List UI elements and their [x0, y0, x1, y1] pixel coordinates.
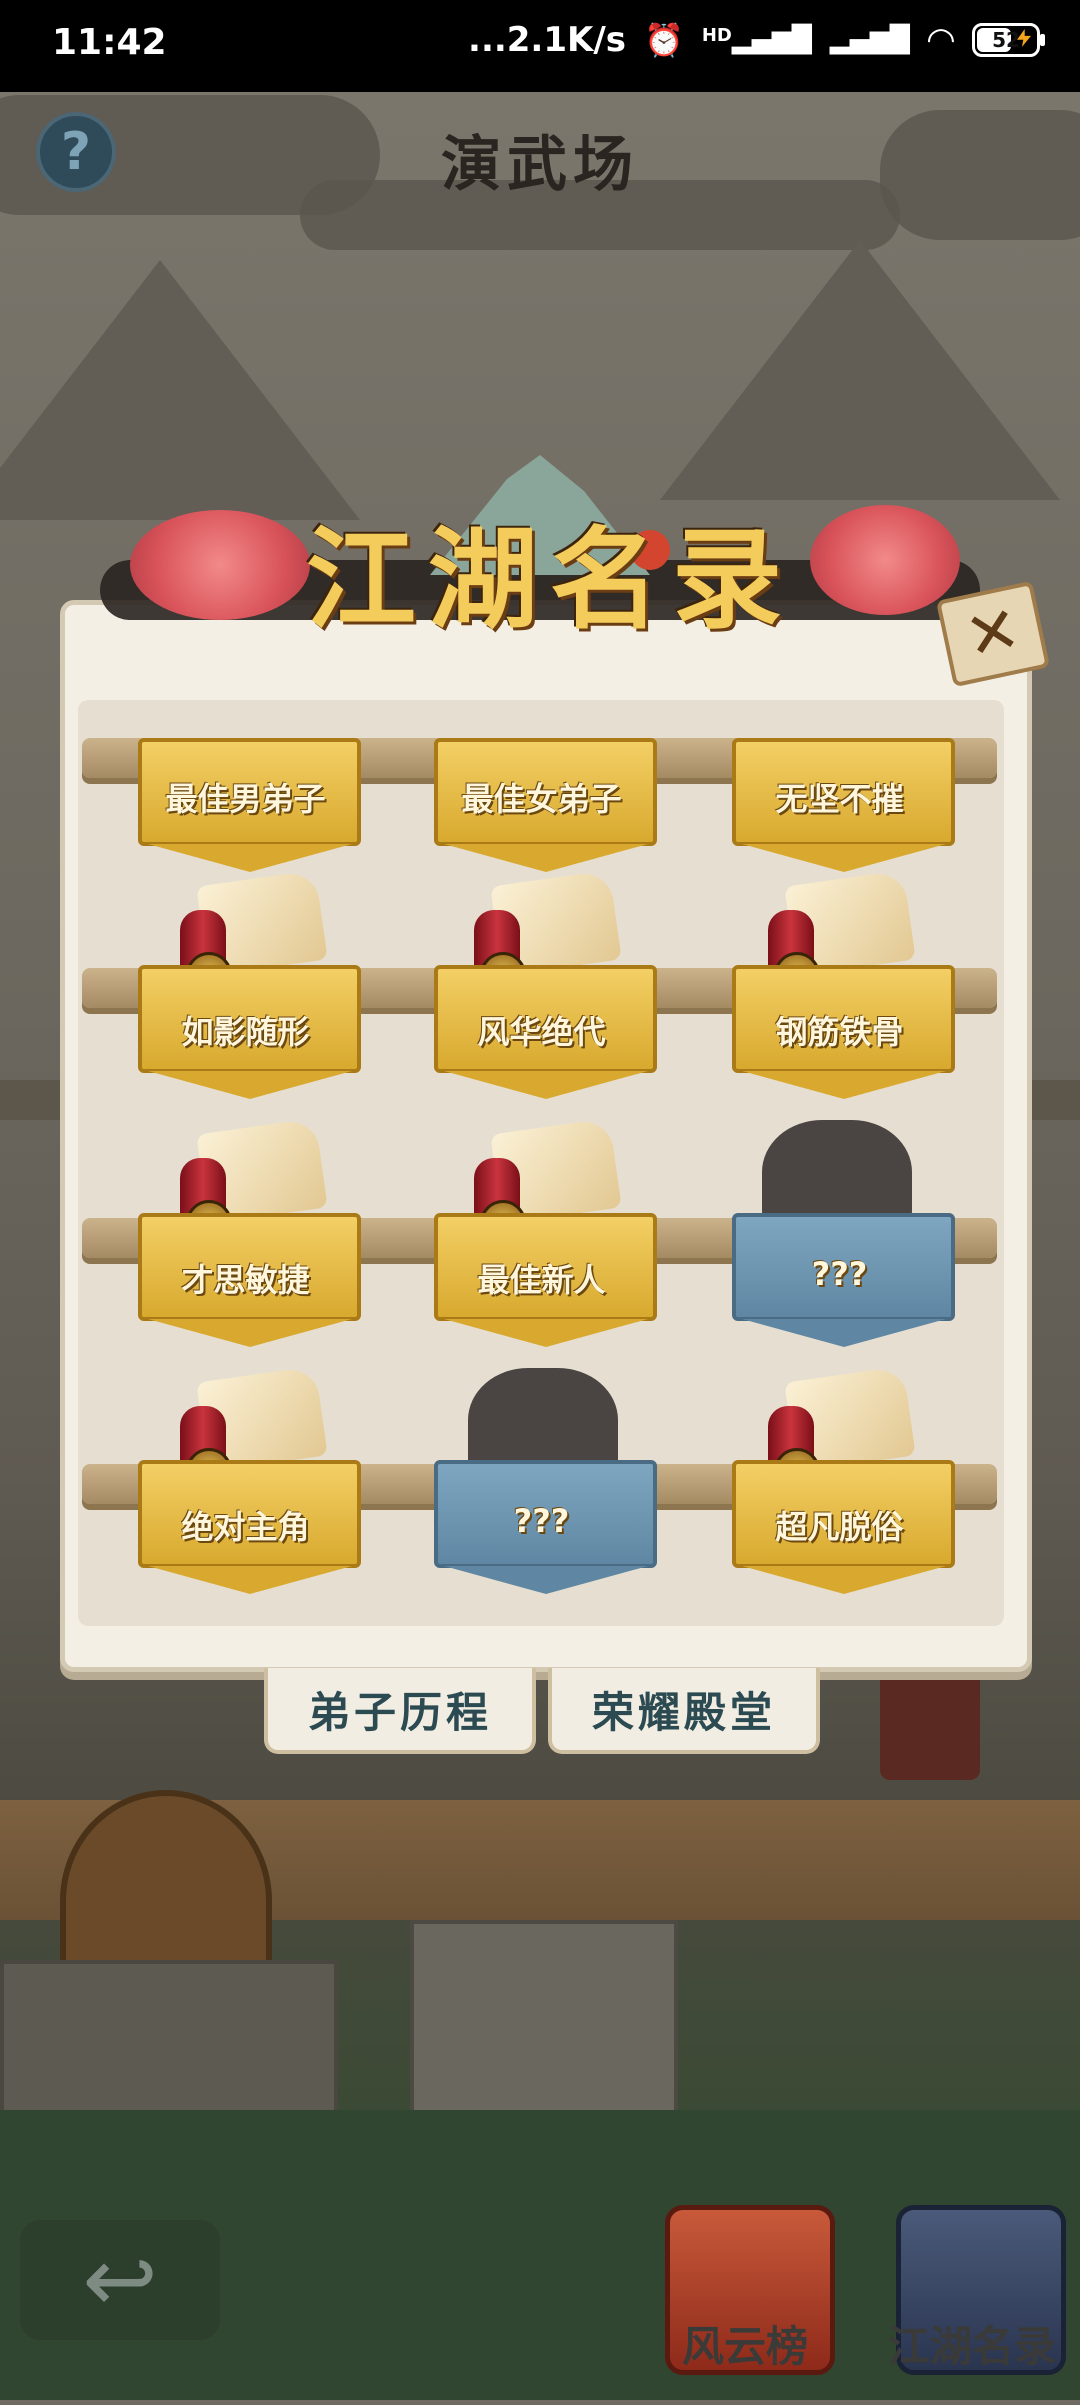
badge-label: 无坚不摧	[775, 780, 904, 818]
badge-label: 超凡脱俗	[775, 1508, 904, 1546]
back-button[interactable]: ↩	[20, 2220, 220, 2340]
alarm-icon: ⏰	[644, 21, 684, 59]
signal-icon: HD▂▄▆█	[701, 25, 812, 55]
badge-label: ???	[513, 1502, 570, 1540]
network-speed: ...2.1K/s	[468, 20, 627, 60]
tab-disciple-history[interactable]: 弟子历程	[264, 1668, 536, 1754]
battery-level: 52	[992, 28, 1020, 52]
directory-button[interactable]: 江湖名录	[872, 2205, 1072, 2405]
badge-item[interactable]: 钢筋铁骨	[732, 965, 955, 1090]
badge-label: 最佳新人	[477, 1261, 606, 1299]
badge-item[interactable]: 才思敏捷	[138, 1213, 361, 1338]
blossom-right	[810, 505, 960, 615]
stairs-decoration	[410, 1920, 678, 2118]
badge-item[interactable]: 最佳新人	[434, 1213, 657, 1338]
badge-label: 钢筋铁骨	[775, 1013, 904, 1051]
badge-item-locked[interactable]: ???	[732, 1213, 955, 1338]
modal-title: 江湖名录	[306, 515, 794, 644]
wifi-icon: ◠	[927, 20, 954, 60]
badge-label: ???	[811, 1255, 868, 1293]
badge-label: 最佳男弟子	[165, 780, 326, 818]
directory-label: 江湖名录	[887, 2322, 1056, 2371]
hd-label: HD	[701, 25, 732, 46]
ranking-button[interactable]: 风云榜	[655, 2205, 835, 2405]
badge-label: 最佳女弟子	[461, 780, 622, 818]
badge-label: 才思敏捷	[181, 1261, 310, 1299]
badge-label: 风华绝代	[477, 1013, 606, 1051]
status-icons: ...2.1K/s ⏰ HD▂▄▆█ ▂▄▆█ ◠ 52	[468, 20, 1045, 60]
signal-2-icon: ▂▄▆█	[829, 25, 910, 55]
back-arrow-icon: ↩	[82, 2227, 158, 2333]
badge-item[interactable]: 最佳男弟子	[138, 738, 361, 863]
badge-item[interactable]: 如影随形	[138, 965, 361, 1090]
close-icon: ✕	[959, 592, 1027, 676]
tab-hall-of-glory[interactable]: 荣耀殿堂	[548, 1668, 820, 1754]
badge-item[interactable]: 无坚不摧	[732, 738, 955, 863]
scene-title: 演武场	[441, 130, 639, 200]
mountain-decoration	[0, 260, 360, 520]
status-time: 11:42	[52, 22, 167, 63]
badge-item-locked[interactable]: ???	[434, 1460, 657, 1585]
ranking-label: 风云榜	[681, 2322, 808, 2371]
badge-item[interactable]: 绝对主角	[138, 1460, 361, 1585]
stone-base	[0, 1960, 338, 2118]
blossom-left	[130, 510, 310, 620]
badge-label: 绝对主角	[181, 1508, 310, 1546]
badge-item[interactable]: 最佳女弟子	[434, 738, 657, 863]
status-bar: 11:42 ...2.1K/s ⏰ HD▂▄▆█ ▂▄▆█ ◠ 52	[0, 0, 1080, 92]
mountain-decoration	[660, 240, 1060, 500]
badge-item[interactable]: 风华绝代	[434, 965, 657, 1090]
badge-label: 如影随形	[181, 1013, 310, 1051]
battery-icon: 52	[972, 23, 1045, 57]
badge-item[interactable]: 超凡脱俗	[732, 1460, 955, 1585]
